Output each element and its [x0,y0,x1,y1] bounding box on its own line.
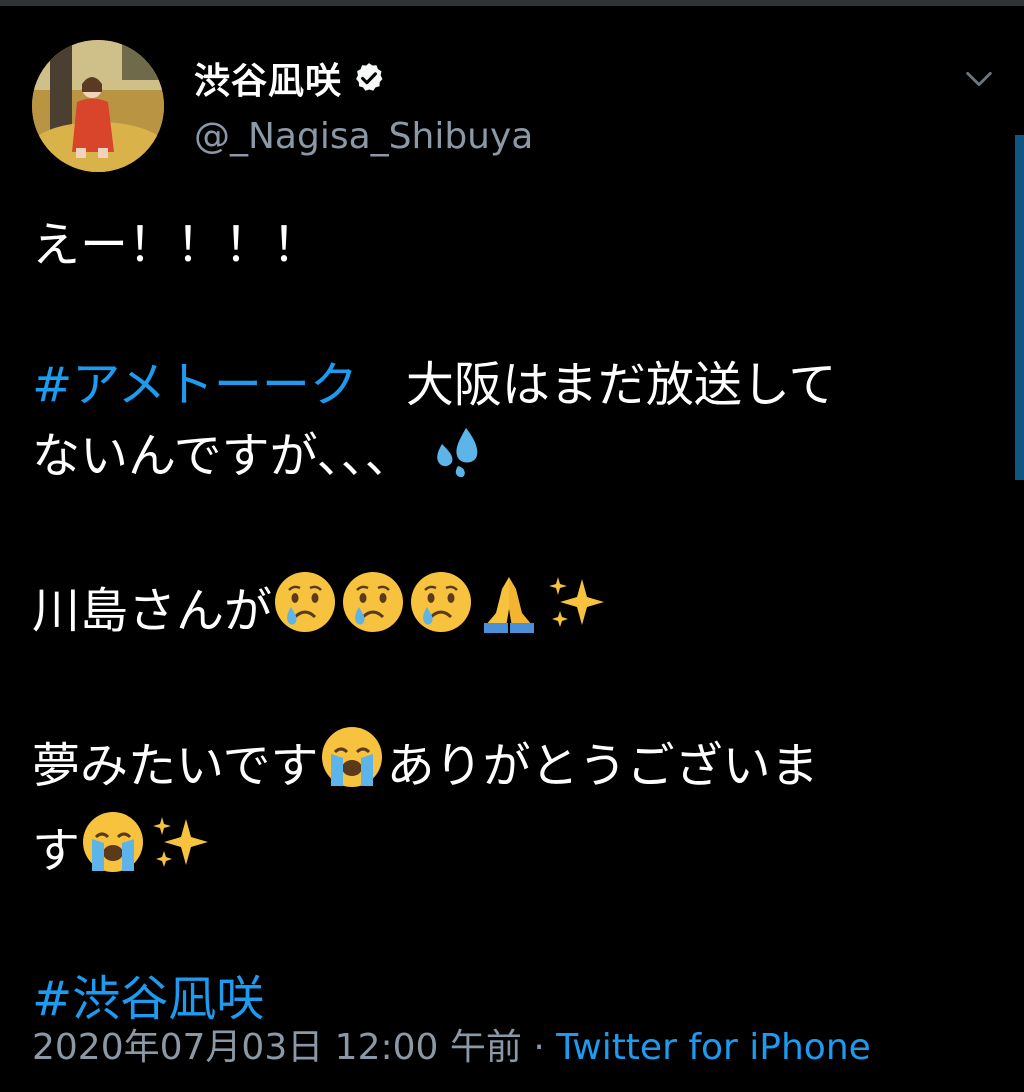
tweet-text-segment: す [32,823,81,879]
tweet-text: えー！！！！ #アメトーーク 大阪はまだ放送して ないんですが、、、 川島さんが [32,210,982,1034]
tweet-text-segment: ないんですが、、、 [32,428,413,484]
folded-hands-emoji [476,569,542,654]
tweet-line: 夢みたいです ありがとうございま す [32,724,982,894]
tweet-text-segment: ありがとうございま [386,738,819,794]
top-divider [0,0,1024,6]
crying-face-emoji [408,569,474,654]
tweet-text-segment: えー！！！！ [32,217,321,273]
meta-separator: · [521,1027,557,1068]
timestamp[interactable]: 2020年07月03日 12:00 午前 [32,1027,522,1068]
tweet-text-segment: 川島さんが [32,583,273,639]
sparkles-emoji [544,569,610,654]
source-link[interactable]: Twitter for iPhone [556,1027,871,1068]
tweet-line: #アメトーーク 大阪はまだ放送して ないんですが、、、 [32,350,982,499]
display-name[interactable]: 渋谷凪咲 [194,52,342,104]
verified-badge-icon [352,61,386,95]
scrollbar-thumb[interactable] [1015,135,1024,480]
loudly-crying-face-emoji [319,724,385,809]
avatar[interactable] [32,40,164,172]
sweat-drops-emoji [428,420,488,499]
sparkles-emoji [148,809,214,894]
tweet-text-segment: 夢みたいです [32,738,319,794]
tweet-header: 渋谷凪咲 @_Nagisa_Shibuya [32,40,1012,172]
crying-face-emoji [272,569,338,654]
chevron-down-icon[interactable] [962,62,996,96]
loudly-crying-face-emoji [80,809,146,894]
tweet-text-segment: 大阪はまだ放送して [357,357,837,413]
user-handle[interactable]: @_Nagisa_Shibuya [194,116,533,157]
hashtag-link[interactable]: #アメトーーク [32,357,358,413]
tweet-line: 川島さんが [32,569,982,654]
tweet-meta: 2020年07月03日 12:00 午前 · Twitter for iPhon… [32,1018,871,1070]
crying-face-emoji [340,569,406,654]
tweet-line: えー！！！！ [32,210,982,280]
name-row: 渋谷凪咲 [194,52,386,104]
